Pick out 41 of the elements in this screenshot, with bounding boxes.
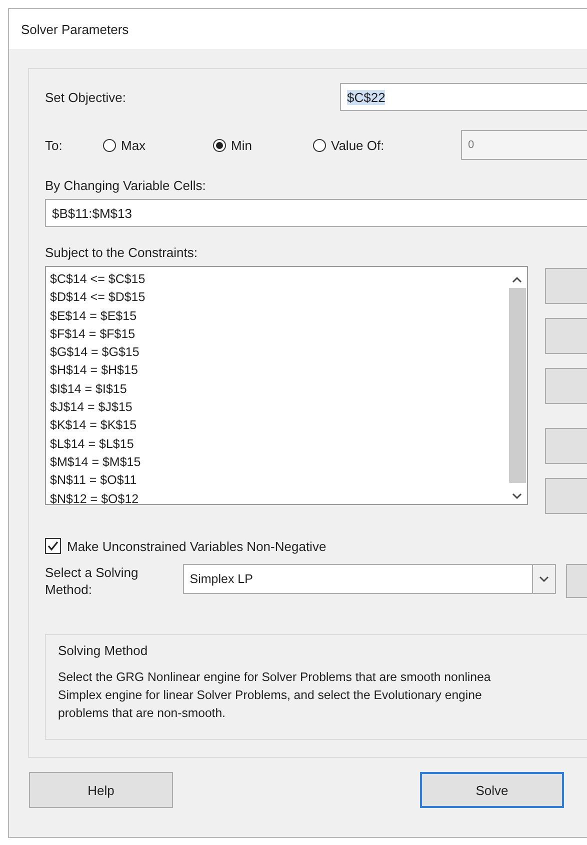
- field-label: Set Objective:: [45, 90, 127, 104]
- field-label: By Changing Variable Cells:: [45, 178, 207, 193]
- button[interactable]: [545, 368, 587, 404]
- list-item[interactable]: $N$11 = $O$11: [50, 471, 503, 490]
- field-value: $C$22: [347, 90, 386, 104]
- list-item[interactable]: $M$14 = $M$15: [50, 452, 503, 472]
- value-field[interactable]: 0: [461, 130, 587, 160]
- button[interactable]: [545, 268, 587, 304]
- list-item[interactable]: $I$14 = $I$15: [50, 380, 503, 398]
- checkbox-label: Make Unconstrained Variables Non-Negative: [67, 538, 326, 554]
- radio-button[interactable]: Max: [103, 138, 213, 152]
- solve-button[interactable]: Solve: [420, 772, 564, 808]
- method-dropdown[interactable]: Simplex LP: [182, 564, 556, 594]
- field-label: Select a Solving Method:: [45, 564, 140, 598]
- list-item[interactable]: $C$14 <= $C$15: [50, 270, 503, 288]
- radio-button[interactable]: Value Of:: [313, 138, 461, 152]
- button[interactable]: [545, 318, 587, 354]
- list-item[interactable]: $G$14 = $G$15: [50, 343, 503, 362]
- objective-field[interactable]: $C$22: [340, 83, 587, 111]
- list-item[interactable]: $J$14 = $J$15: [50, 398, 503, 416]
- list-item[interactable]: $H$14 = $H$15: [50, 361, 503, 380]
- list-item[interactable]: $E$14 = $E$15: [50, 306, 503, 325]
- checkbox[interactable]: [45, 538, 61, 554]
- list-item[interactable]: $L$14 = $L$15: [50, 434, 503, 453]
- field-label: Subject to the Constraints:: [45, 245, 198, 260]
- button[interactable]: [545, 428, 587, 464]
- variable-cells-field[interactable]: $B$11:$M$13: [45, 199, 587, 227]
- list-item[interactable]: $F$14 = $F$15: [50, 324, 503, 344]
- list-item[interactable]: $K$14 = $K$15: [50, 416, 503, 435]
- window-title: Solver Parameters: [21, 22, 129, 36]
- list-item[interactable]: $N$12 = $O$12: [50, 490, 503, 508]
- help-button[interactable]: Help: [29, 772, 173, 808]
- constraints-list[interactable]: $C$14 <= $C$15 $D$14 <= $D$15 $E$14 = $E$15 $F$14 = $F$15 $G$14 = $G$15 $H$14 = $H$15 $I$14 = $I$15 $J$14 = $J$15 $K$14 = $K$15 $L$14 = $L$15 $M$14 = $M$15 $N$11 = $O$11 $N$12 = $O$12: [45, 266, 528, 505]
- button[interactable]: [566, 564, 587, 598]
- field-label: To:: [45, 138, 64, 152]
- description-text: Select the GRG Nonlinear engine for Solver Problems that are smooth nonlinea Simplex engine for linear Solver Problems, and select the Evolutionary engine problems that are non-smooth.: [58, 669, 492, 722]
- group-title: Solving Method: [58, 643, 149, 658]
- scroll-thumb[interactable]: [508, 288, 526, 483]
- radio-button[interactable]: Min: [213, 138, 313, 152]
- list-item[interactable]: $D$14 <= $D$15: [50, 288, 503, 307]
- button[interactable]: [545, 478, 587, 514]
